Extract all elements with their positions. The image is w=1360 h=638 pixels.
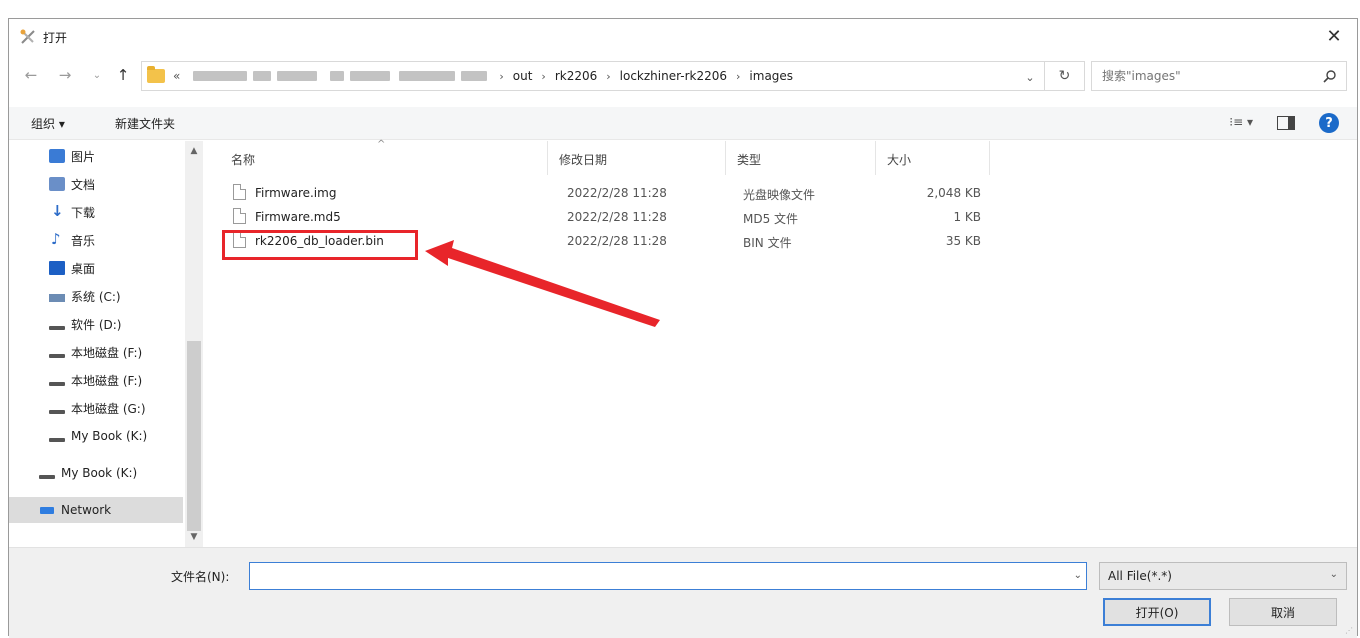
annotation-arrow xyxy=(425,240,660,327)
annotation-arrow-shape xyxy=(425,240,660,327)
